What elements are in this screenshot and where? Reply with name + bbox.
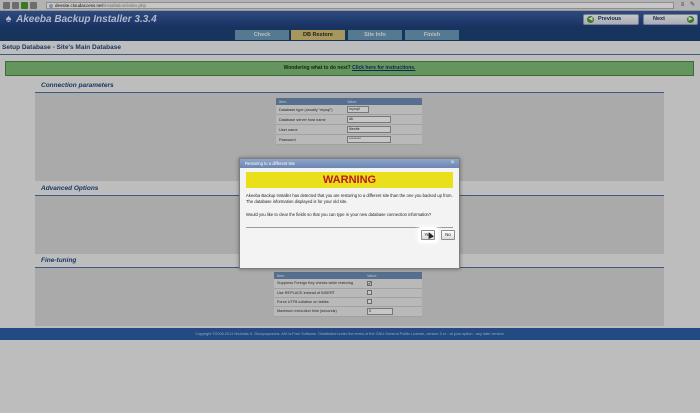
dialog-title: Restoring to a different site [245, 161, 295, 166]
no-button[interactable]: No [441, 230, 455, 240]
different-site-dialog: Restoring to a different site × WARNING … [239, 158, 460, 269]
dialog-divider [246, 227, 453, 228]
warning-banner: WARNING [246, 172, 453, 188]
close-icon[interactable]: × [449, 160, 456, 167]
dialog-paragraph-1: Akeeba Backup Installer has detected tha… [246, 193, 453, 204]
dialog-titlebar: Restoring to a different site × [240, 159, 459, 168]
dialog-paragraph-2: Would you like to clear the fields so th… [246, 212, 432, 217]
